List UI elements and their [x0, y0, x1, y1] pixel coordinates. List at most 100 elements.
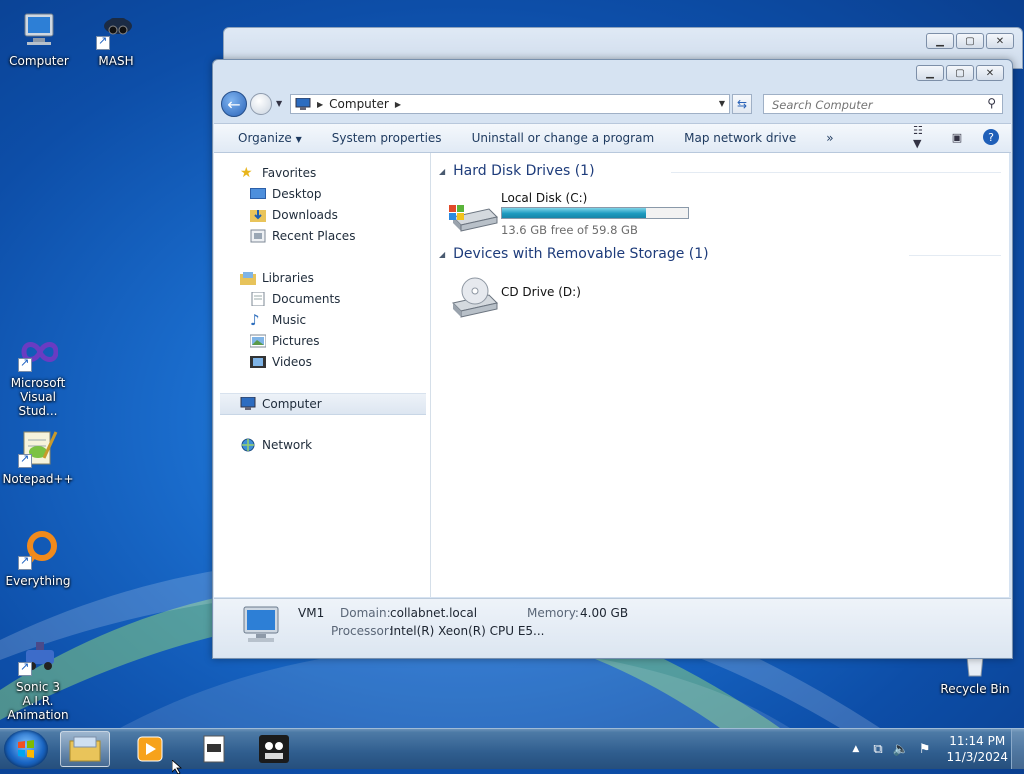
nav-network[interactable]: Network [240, 435, 312, 455]
show-desktop-button[interactable] [1011, 729, 1024, 769]
shortcut-arrow-icon [18, 452, 32, 468]
maximize-button[interactable]: ▢ [956, 33, 984, 49]
more-commands-button[interactable]: » [811, 131, 848, 145]
maximize-icon: ▢ [955, 67, 965, 79]
close-button[interactable]: ✕ [986, 33, 1014, 49]
nav-label: Documents [272, 292, 341, 306]
nav-label: Downloads [272, 208, 338, 222]
taskbar-explorer[interactable] [60, 731, 110, 767]
search-input[interactable] [770, 97, 974, 113]
recent-pages-dropdown-icon[interactable]: ▼ [276, 99, 282, 108]
address-bar[interactable]: ▶ Computer ▶ ▼ [290, 94, 730, 114]
hard-drive-icon [449, 205, 498, 232]
window-controls: ▁ ▢ ✕ [916, 65, 1004, 81]
nav-computer[interactable]: Computer [220, 393, 426, 415]
windows-logo-icon [18, 740, 34, 758]
group-header-removable-storage[interactable]: ◢ Devices with Removable Storage (1) [439, 246, 709, 262]
search-box[interactable]: ⚲ [763, 94, 1003, 114]
memory-label: Memory: [527, 606, 579, 620]
desktop-icon-visual-studio[interactable]: Microsoft Visual Stud... [2, 332, 74, 418]
nav-libraries[interactable]: Libraries [240, 268, 314, 288]
forward-button[interactable] [250, 93, 272, 115]
collapse-icon: ◢ [439, 249, 446, 259]
breadcrumb-computer[interactable]: Computer [329, 97, 389, 111]
nav-downloads[interactable]: Downloads [250, 205, 338, 225]
preview-pane-button[interactable]: ▣ [947, 128, 967, 146]
taskbar-game-app[interactable] [252, 731, 296, 767]
show-hidden-icons-button[interactable]: ▲ [852, 744, 859, 754]
flag-icon[interactable]: ⚑ [919, 742, 931, 757]
start-button[interactable] [4, 730, 48, 768]
desktop-icon-computer[interactable]: Computer [3, 10, 75, 68]
clock-date: 11/3/2024 [946, 750, 1008, 764]
drive-local-disk-c[interactable]: Local Disk (C:) 13.6 GB free of 59.8 GB [445, 191, 705, 237]
action-center-icon[interactable]: ⧉ [873, 742, 882, 757]
back-arrow-icon: ← [227, 94, 241, 114]
downloads-folder-icon [250, 210, 266, 222]
help-button[interactable]: ? [981, 128, 1001, 146]
computer-icon [19, 10, 59, 50]
nav-music[interactable]: ♪ Music [250, 310, 306, 330]
uninstall-program-button[interactable]: Uninstall or change a program [457, 131, 670, 145]
desktop-icon-recycle-bin[interactable]: Recycle Bin [939, 655, 1011, 696]
computer-name: VM1 [298, 606, 325, 620]
nav-videos[interactable]: Videos [250, 352, 312, 372]
pictures-icon [250, 334, 266, 348]
address-dropdown-icon[interactable]: ▼ [719, 99, 725, 108]
explorer-window[interactable]: ▁ ▢ ✕ ← ▼ ▶ Computer ▶ ▼ ⇆ ⚲ Organize ▼ … [212, 59, 1013, 659]
desktop-icon-mash[interactable]: MASH [80, 10, 152, 68]
search-icon[interactable]: ⚲ [987, 96, 996, 110]
mash-icon [96, 10, 136, 50]
libraries-icon [240, 272, 256, 285]
desktop-icon-everything[interactable]: Everything [2, 530, 74, 588]
nav-label: Videos [272, 355, 312, 369]
view-controls: ☷ ▼ ▣ ? [913, 124, 1001, 150]
breadcrumb-chevron-icon[interactable]: ▶ [317, 100, 323, 109]
taskbar: ▲ ⧉ 🔈 ⚑ 11:14 PM 11/3/2024 [0, 728, 1024, 769]
close-button[interactable]: ✕ [976, 65, 1004, 81]
recycle-bin-icon [955, 655, 995, 678]
recent-places-icon [250, 229, 266, 243]
group-title: Hard Disk Drives (1) [453, 163, 595, 179]
organize-menu[interactable]: Organize ▼ [214, 131, 317, 145]
desktop-icon-notepad[interactable]: Notepad++ [2, 428, 74, 486]
cd-drive-icon [452, 277, 498, 318]
change-view-button[interactable]: ☷ ▼ [913, 124, 933, 150]
star-icon: ★ [240, 165, 253, 181]
breadcrumb-chevron-icon[interactable]: ▶ [395, 100, 401, 109]
nav-desktop[interactable]: Desktop [250, 184, 322, 204]
shortcut-arrow-icon [18, 660, 32, 676]
back-button[interactable]: ← [221, 91, 247, 117]
clock[interactable]: 11:14 PM 11/3/2024 [946, 733, 1008, 765]
minimize-button[interactable]: ▁ [926, 33, 954, 49]
taskbar-document-app[interactable] [192, 731, 236, 767]
map-network-drive-button[interactable]: Map network drive [669, 131, 811, 145]
documents-icon [251, 292, 265, 306]
visual-studio-icon [18, 332, 59, 372]
sonic-air-icon [18, 636, 58, 676]
refresh-button[interactable]: ⇆ [732, 94, 752, 114]
group-header-hard-disk-drives[interactable]: ◢ Hard Disk Drives (1) [439, 163, 595, 179]
everything-search-icon [18, 530, 58, 570]
volume-muted-icon[interactable]: 🔈 [893, 742, 909, 757]
file-explorer-icon [69, 736, 101, 762]
system-properties-button[interactable]: System properties [317, 131, 457, 145]
nav-documents[interactable]: Documents [250, 289, 340, 309]
drive-name: CD Drive (D:) [501, 285, 581, 299]
taskbar-media-player[interactable] [128, 731, 172, 767]
minimize-button[interactable]: ▁ [916, 65, 944, 81]
nav-pictures[interactable]: Pictures [250, 331, 320, 351]
nav-recent-places[interactable]: Recent Places [250, 226, 355, 246]
memory-value: 4.00 GB [580, 606, 629, 620]
drive-free-space: 13.6 GB free of 59.8 GB [501, 223, 638, 237]
drive-cd-d[interactable]: CD Drive (D:) [445, 275, 705, 325]
domain-label: Domain: [340, 606, 391, 620]
maximize-button[interactable]: ▢ [946, 65, 974, 81]
svg-text:?: ? [988, 131, 994, 144]
drive-usage-bar [501, 207, 689, 219]
music-note-icon: ♪ [250, 311, 260, 329]
preview-pane-icon: ▣ [951, 130, 963, 144]
computer-icon [240, 397, 256, 410]
nav-favorites[interactable]: ★ Favorites [240, 163, 316, 183]
desktop-icon-sonic[interactable]: Sonic 3 A.I.R. Animation ... [2, 636, 74, 736]
